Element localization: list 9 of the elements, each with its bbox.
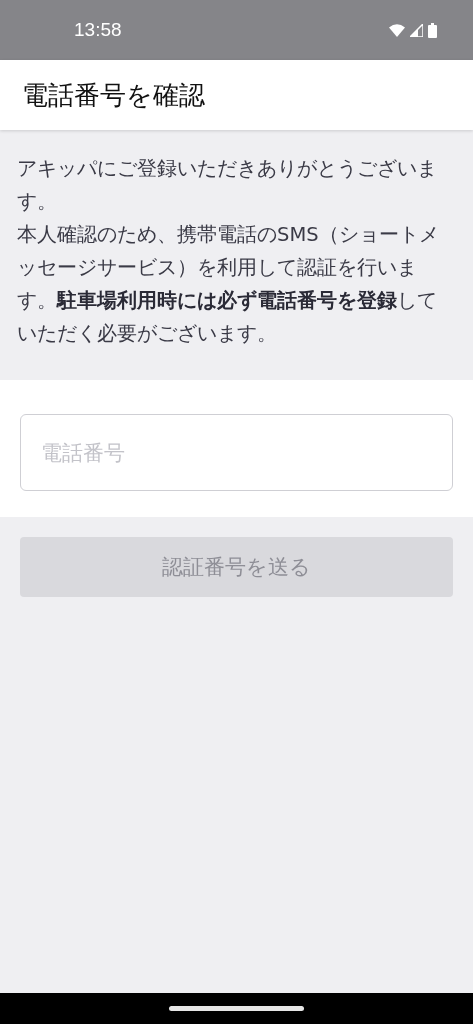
signal-icon	[410, 23, 423, 37]
battery-icon	[428, 22, 437, 38]
wifi-icon	[389, 23, 405, 37]
intro-text: 本人確認のため、携帯電話のSMS（ショートメッセージサービス）を利用して認証を行います。駐車場利用時には必ず電話番号を登録していただく必要がございます。	[17, 222, 440, 347]
home-handle[interactable]	[169, 1006, 304, 1011]
clock-time: 13:58	[74, 19, 122, 41]
intro-text: アキッパにご登録いただきありがとうございます。	[17, 156, 438, 215]
page-title: 電話番号を確認	[22, 78, 205, 112]
phone-number-field[interactable]: 電話番号	[20, 414, 453, 491]
